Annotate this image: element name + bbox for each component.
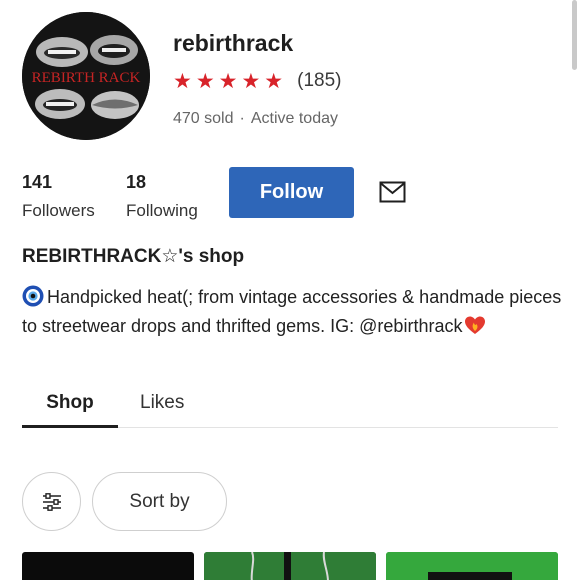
review-count: (185): [297, 70, 342, 91]
following-label: Following: [126, 201, 198, 220]
scrollbar-thumb[interactable]: [572, 0, 577, 70]
following-count: 18: [126, 172, 147, 192]
followers-stat[interactable]: 141 Followers: [22, 172, 95, 221]
shop-bio: Handpicked heat(; from vintage accessori…: [22, 283, 562, 341]
sold-count: 470 sold: [173, 110, 234, 127]
followers-count: 141: [22, 172, 53, 192]
shop-avatar[interactable]: REBIRTH RACK: [22, 12, 150, 140]
rating[interactable]: ★★★★★ (185): [173, 70, 342, 92]
tab-shop[interactable]: Shop: [22, 392, 118, 428]
evil-eye-icon: [22, 285, 44, 307]
followers-label: Followers: [22, 201, 95, 220]
shop-meta: 470 sold · Active today: [173, 110, 338, 128]
avatar-brand-text: REBIRTH RACK: [32, 70, 141, 86]
sort-button[interactable]: Sort by: [92, 472, 227, 531]
profile-tabs: Shop Likes: [22, 388, 558, 428]
heart-on-fire-icon: [465, 316, 486, 334]
listing-thumbnail[interactable]: [22, 552, 194, 580]
follow-button[interactable]: Follow: [229, 167, 354, 218]
envelope-icon[interactable]: [379, 181, 406, 203]
tab-likes[interactable]: Likes: [140, 392, 184, 414]
following-stat[interactable]: 18 Following: [126, 172, 198, 221]
avatar-logo: REBIRTH RACK: [22, 12, 150, 140]
listing-image: [386, 552, 558, 580]
shop-title: REBIRTHRACK☆'s shop: [22, 246, 245, 267]
listing-thumbnail[interactable]: [386, 552, 558, 580]
active-status: Active today: [250, 110, 338, 127]
filter-button[interactable]: [22, 472, 81, 531]
listing-thumbnail[interactable]: [204, 552, 376, 580]
meta-separator: ·: [239, 110, 245, 127]
listing-image: [204, 552, 376, 580]
shop-username[interactable]: rebirthrack: [173, 30, 293, 57]
sliders-icon: [42, 492, 61, 511]
star-rating-icons: ★★★★★: [173, 69, 288, 93]
